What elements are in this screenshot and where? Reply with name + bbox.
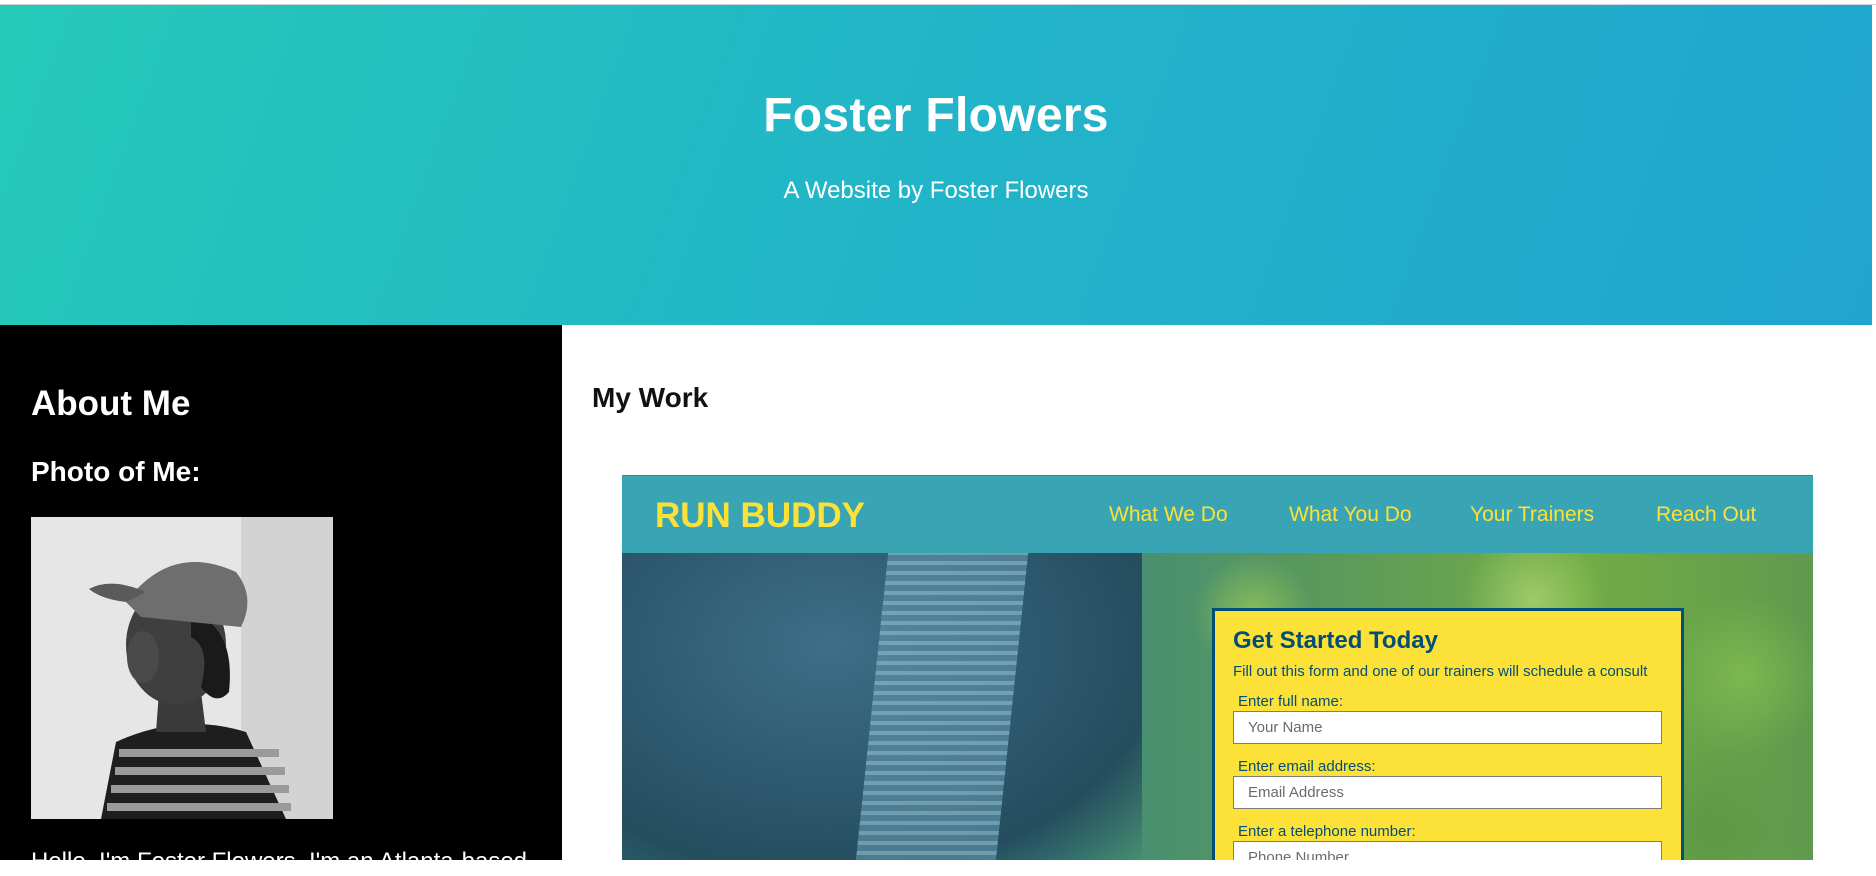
profile-photo [31,517,333,819]
run-buddy-hero-image: Get Started Today Fill out this form and… [622,553,1813,860]
phone-field: Phone Number [1233,841,1662,860]
email-label: Enter email address: [1238,758,1376,775]
profile-photo-image [31,517,333,819]
name-field: Your Name [1233,711,1662,744]
site-subtitle: A Website by Foster Flowers [783,177,1089,204]
run-buddy-nav-what-we-do: What We Do [1109,503,1228,526]
site-title: Foster Flowers [763,89,1109,142]
project-screenshot-run-buddy[interactable]: RUN BUDDY What We Do What You Do Your Tr… [622,475,1813,860]
phone-label: Enter a telephone number: [1238,823,1416,840]
site-header: Foster Flowers A Website by Foster Flowe… [0,5,1872,325]
run-buddy-nav-what-you-do: What You Do [1289,503,1412,526]
work-heading: My Work [592,382,709,413]
run-buddy-nav-your-trainers: Your Trainers [1470,503,1595,526]
run-buddy-nav-reach-out: Reach Out [1656,503,1757,526]
run-buddy-header: RUN BUDDY What We Do What You Do Your Tr… [622,476,1813,553]
name-label: Enter full name: [1238,693,1344,710]
work-section: My Work RUN BUDDY What We Do What You Do… [562,325,1876,860]
about-section: About Me Photo of Me: Hello, I'm Foster … [0,325,562,875]
run-buddy-signup-form: Get Started Today Fill out this form and… [1212,608,1684,860]
email-field: Email Address [1233,776,1662,809]
about-bio: Hello, I'm Foster Flowers. I'm an Atlant… [31,848,528,875]
run-buddy-logo: RUN BUDDY [655,496,865,535]
photo-heading: Photo of Me: [31,456,201,487]
about-heading: About Me [31,384,191,423]
form-title: Get Started Today [1233,627,1438,654]
form-intro: Fill out this form and one of our traine… [1233,663,1648,680]
